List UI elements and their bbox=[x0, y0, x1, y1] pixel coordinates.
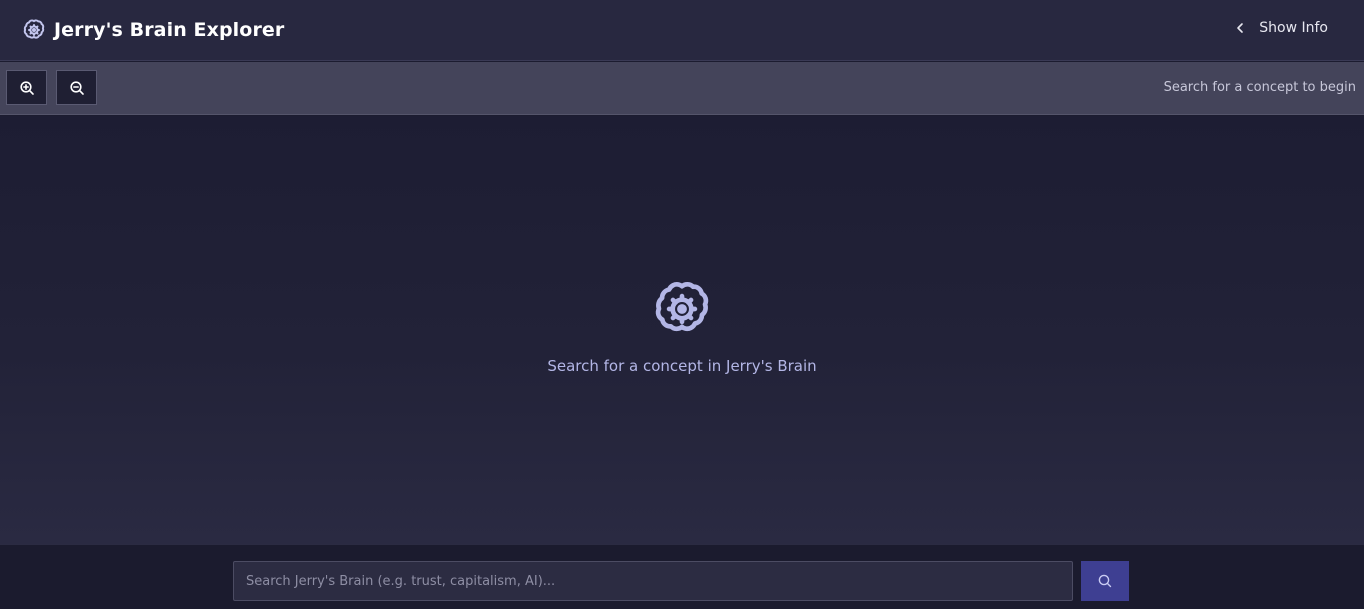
empty-state: Search for a concept in Jerry's Brain bbox=[0, 278, 1364, 375]
brand: Jerry's Brain Explorer bbox=[22, 18, 284, 42]
graph-canvas[interactable]: Search for a concept in Jerry's Brain bbox=[0, 116, 1364, 544]
show-info-label: Show Info bbox=[1259, 20, 1328, 36]
search-input[interactable] bbox=[233, 561, 1073, 601]
brain-icon bbox=[23, 19, 45, 39]
zoom-out-button[interactable] bbox=[56, 70, 97, 105]
search-bar bbox=[0, 544, 1364, 609]
app-header: Jerry's Brain Explorer Show Info bbox=[0, 0, 1364, 61]
show-info-button[interactable]: Show Info bbox=[1233, 20, 1328, 36]
brain-icon bbox=[655, 281, 709, 332]
search-icon bbox=[1098, 574, 1112, 588]
zoom-in-button[interactable] bbox=[6, 70, 47, 105]
toolbar-status-text: Search for a concept to begin bbox=[1163, 80, 1356, 95]
search-button[interactable] bbox=[1081, 561, 1129, 601]
chevron-left-icon bbox=[1237, 23, 1244, 33]
zoom-in-icon bbox=[19, 80, 34, 95]
zoom-out-icon bbox=[69, 80, 84, 95]
app-window: Jerry's Brain Explorer Show Info Search … bbox=[0, 0, 1364, 609]
toolbar: Search for a concept to begin bbox=[0, 62, 1364, 115]
empty-state-message: Search for a concept in Jerry's Brain bbox=[547, 357, 817, 375]
app-title: Jerry's Brain Explorer bbox=[54, 19, 285, 41]
